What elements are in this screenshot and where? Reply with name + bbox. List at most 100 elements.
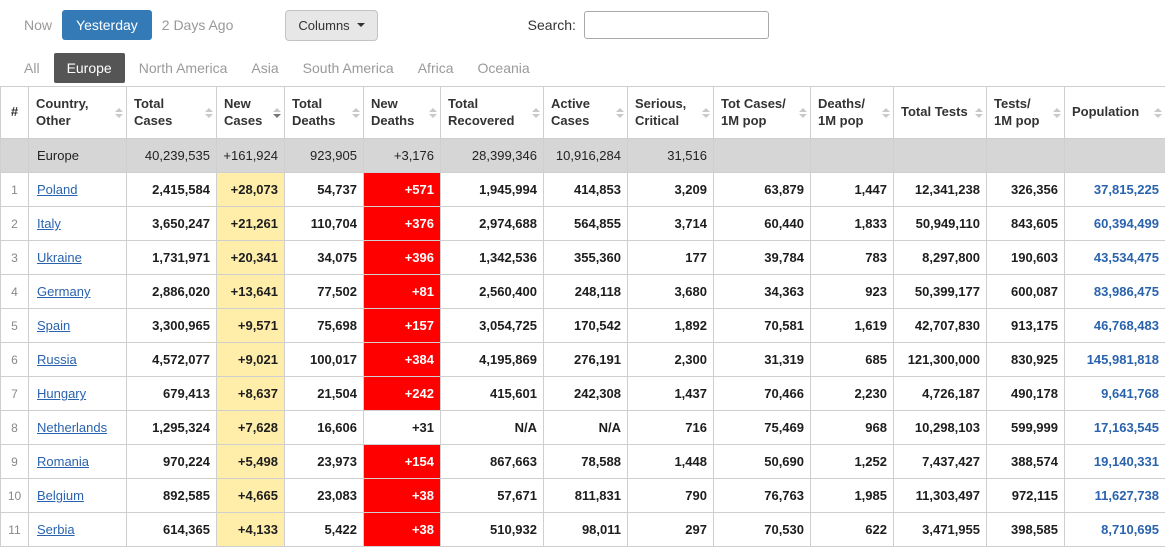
column-header-deaths_per_1m[interactable]: Deaths/ 1M pop — [811, 87, 894, 139]
region-tab-asia[interactable]: Asia — [241, 54, 288, 82]
cell-cases_per_1m: 39,784 — [714, 241, 811, 275]
cell-new_deaths: +376 — [364, 207, 441, 241]
column-header-total_tests[interactable]: Total Tests — [894, 87, 987, 139]
cell-serious_critical: 31,516 — [628, 139, 714, 173]
cell-population: 145,981,818 — [1065, 343, 1165, 377]
cell-total_deaths: 34,075 — [285, 241, 364, 275]
country-row-poland: 1Poland2,415,584+28,07354,737+5711,945,9… — [1, 173, 1165, 207]
population-link[interactable]: 19,140,331 — [1094, 454, 1159, 469]
column-header-tests_per_1m[interactable]: Tests/ 1M pop — [987, 87, 1065, 139]
cell-total_deaths: 923,905 — [285, 139, 364, 173]
cell-new_deaths: +242 — [364, 377, 441, 411]
cell-rank: 7 — [1, 377, 29, 411]
cell-total_cases: 1,295,324 — [127, 411, 217, 445]
cell-new_deaths: +396 — [364, 241, 441, 275]
column-header-new_deaths[interactable]: New Deaths — [364, 87, 441, 139]
region-tab-south-america[interactable]: South America — [293, 54, 404, 82]
cell-population: 9,641,768 — [1065, 377, 1165, 411]
time-tab-now[interactable]: Now — [14, 11, 62, 39]
column-header-population[interactable]: Population — [1065, 87, 1165, 139]
cell-new_cases: +4,133 — [217, 513, 285, 547]
population-link[interactable]: 43,534,475 — [1094, 250, 1159, 265]
column-header-country[interactable]: Country, Other — [29, 87, 127, 139]
cell-serious_critical: 297 — [628, 513, 714, 547]
cell-population: 60,394,499 — [1065, 207, 1165, 241]
country-link[interactable]: Spain — [37, 318, 70, 333]
cell-total_deaths: 23,973 — [285, 445, 364, 479]
cell-rank: 5 — [1, 309, 29, 343]
region-tab-north-america[interactable]: North America — [129, 54, 238, 82]
country-link[interactable]: Serbia — [37, 522, 75, 537]
population-link[interactable]: 83,986,475 — [1094, 284, 1159, 299]
sort-icon — [273, 108, 281, 118]
cell-active_cases: 170,542 — [544, 309, 628, 343]
population-link[interactable]: 145,981,818 — [1087, 352, 1159, 367]
country-link[interactable]: Germany — [37, 284, 90, 299]
cell-new_cases: +9,021 — [217, 343, 285, 377]
cell-rank: 8 — [1, 411, 29, 445]
time-tab-yesterday[interactable]: Yesterday — [62, 10, 152, 40]
column-header-label: Total Deaths — [292, 96, 335, 127]
cell-total_tests: 8,297,800 — [894, 241, 987, 275]
region-tab-africa[interactable]: Africa — [408, 54, 464, 82]
country-link[interactable]: Ukraine — [37, 250, 82, 265]
cell-active_cases: N/A — [544, 411, 628, 445]
cell-population: 8,710,695 — [1065, 513, 1165, 547]
columns-button[interactable]: Columns — [285, 10, 377, 41]
cell-total_tests: 4,726,187 — [894, 377, 987, 411]
country-row-netherlands: 8Netherlands1,295,324+7,62816,606+31N/AN… — [1, 411, 1165, 445]
region-tab-all[interactable]: All — [14, 54, 50, 82]
cell-new_cases: +28,073 — [217, 173, 285, 207]
country-link[interactable]: Romania — [37, 454, 89, 469]
population-link[interactable]: 9,641,768 — [1101, 386, 1159, 401]
cell-total_recovered: 1,342,536 — [441, 241, 544, 275]
search-input[interactable] — [584, 11, 769, 39]
population-link[interactable]: 11,627,738 — [1095, 488, 1159, 503]
column-header-label: Tests/ 1M pop — [994, 96, 1040, 127]
cell-cases_per_1m: 70,530 — [714, 513, 811, 547]
country-link[interactable]: Poland — [37, 182, 77, 197]
population-link[interactable]: 37,815,225 — [1094, 182, 1159, 197]
cell-serious_critical: 716 — [628, 411, 714, 445]
population-link[interactable]: 8,710,695 — [1101, 522, 1159, 537]
cell-active_cases: 355,360 — [544, 241, 628, 275]
population-link[interactable]: 60,394,499 — [1094, 216, 1159, 231]
cell-total_tests: 121,300,000 — [894, 343, 987, 377]
country-row-serbia: 11Serbia614,365+4,1335,422+38510,93298,0… — [1, 513, 1165, 547]
cell-rank — [1, 139, 29, 173]
column-header-label: New Deaths — [371, 96, 414, 127]
country-link[interactable]: Russia — [37, 352, 77, 367]
cell-new_deaths: +154 — [364, 445, 441, 479]
country-link[interactable]: Belgium — [37, 488, 84, 503]
cell-tests_per_1m: 190,603 — [987, 241, 1065, 275]
cell-active_cases: 564,855 — [544, 207, 628, 241]
cell-serious_critical: 790 — [628, 479, 714, 513]
region-tab-europe[interactable]: Europe — [54, 53, 125, 83]
cell-new_deaths: +81 — [364, 275, 441, 309]
country-link[interactable]: Netherlands — [37, 420, 107, 435]
cell-total_deaths: 21,504 — [285, 377, 364, 411]
column-header-serious_critical[interactable]: Serious, Critical — [628, 87, 714, 139]
column-header-total_cases[interactable]: Total Cases — [127, 87, 217, 139]
cell-tests_per_1m: 972,115 — [987, 479, 1065, 513]
column-header-label: Country, Other — [36, 96, 88, 127]
country-link[interactable]: Italy — [37, 216, 61, 231]
cell-rank: 11 — [1, 513, 29, 547]
column-header-cases_per_1m[interactable]: Tot Cases/ 1M pop — [714, 87, 811, 139]
sort-icon — [115, 108, 123, 118]
cell-rank: 2 — [1, 207, 29, 241]
country-link[interactable]: Hungary — [37, 386, 86, 401]
region-tab-oceania[interactable]: Oceania — [468, 54, 540, 82]
cell-cases_per_1m: 75,469 — [714, 411, 811, 445]
time-tab-2-days-ago[interactable]: 2 Days Ago — [152, 11, 244, 39]
column-header-label: Tot Cases/ 1M pop — [721, 96, 786, 127]
column-header-total_deaths[interactable]: Total Deaths — [285, 87, 364, 139]
cell-cases_per_1m: 70,466 — [714, 377, 811, 411]
cell-total_deaths: 75,698 — [285, 309, 364, 343]
column-header-active_cases[interactable]: Active Cases — [544, 87, 628, 139]
column-header-total_recovered[interactable]: Total Recovered — [441, 87, 544, 139]
column-header-new_cases[interactable]: New Cases — [217, 87, 285, 139]
cell-total_recovered: 3,054,725 — [441, 309, 544, 343]
population-link[interactable]: 46,768,483 — [1094, 318, 1159, 333]
population-link[interactable]: 17,163,545 — [1094, 420, 1159, 435]
